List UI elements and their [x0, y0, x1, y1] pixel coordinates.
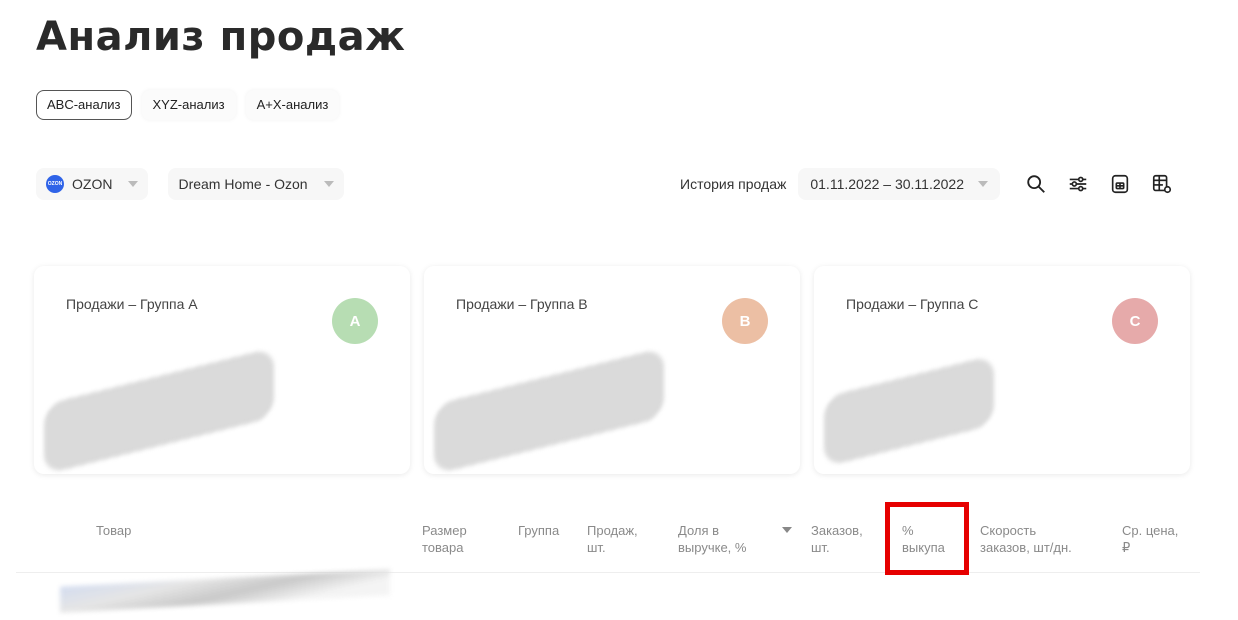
chevron-down-icon: [977, 181, 988, 187]
table-settings-button[interactable]: [1148, 170, 1176, 198]
toolbar: История продаж 01.11.2022 – 30.11.2022: [680, 168, 1176, 200]
col-sales[interactable]: Продаж, шт.: [587, 522, 638, 556]
col-product[interactable]: Товар: [96, 522, 131, 539]
filters-bar: OZON OZON Dream Home - Ozon: [36, 168, 344, 200]
blurred-value: [44, 347, 274, 475]
highlight-box: [885, 502, 969, 575]
card-label: Продажи – Группа B: [456, 296, 588, 312]
table-settings-icon: [1152, 174, 1172, 194]
col-size[interactable]: Размер товара: [422, 522, 467, 556]
date-range-dropdown[interactable]: 01.11.2022 – 30.11.2022: [798, 168, 1000, 200]
table-header: Товар Размер товара Группа Продаж, шт. Д…: [0, 522, 1238, 572]
group-badge: C: [1112, 298, 1158, 344]
table-divider: [16, 572, 1200, 573]
store-label: Dream Home - Ozon: [178, 176, 308, 192]
marketplace-label: OZON: [72, 176, 113, 192]
store-dropdown[interactable]: Dream Home - Ozon: [168, 168, 344, 200]
ozon-logo-icon: OZON: [46, 175, 64, 193]
history-label: История продаж: [680, 176, 787, 192]
search-icon: [1027, 175, 1045, 193]
tab-xyz[interactable]: XYZ-анализ: [141, 90, 236, 120]
date-range-value: 01.11.2022 – 30.11.2022: [810, 176, 964, 192]
tab-abc[interactable]: ABC-анализ: [36, 90, 132, 120]
filter-sliders-icon: [1069, 176, 1087, 192]
card-label: Продажи – Группа A: [66, 296, 198, 312]
col-avg-price[interactable]: Ср. цена, ₽: [1122, 522, 1178, 556]
blurred-value: [824, 354, 994, 468]
card-label: Продажи – Группа C: [846, 296, 979, 312]
blurred-value: [434, 347, 664, 475]
export-button[interactable]: [1106, 170, 1134, 198]
chevron-down-icon: [128, 181, 139, 187]
card-group-c[interactable]: Продажи – Группа C C: [814, 266, 1190, 474]
export-excel-icon: [1111, 174, 1129, 194]
group-cards: Продажи – Группа A A Продажи – Группа B …: [34, 266, 1190, 475]
group-badge: A: [332, 298, 378, 344]
col-group[interactable]: Группа: [518, 522, 559, 539]
blurred-table-row: [60, 569, 390, 613]
marketplace-dropdown[interactable]: OZON OZON: [36, 168, 149, 200]
page-title: Анализ продаж: [36, 14, 406, 60]
analysis-tabs: ABC-анализ XYZ-анализ A+X-анализ: [36, 90, 340, 120]
search-button[interactable]: [1022, 170, 1050, 198]
col-revenue-share[interactable]: Доля в выручке, %: [678, 522, 746, 556]
filter-button[interactable]: [1064, 170, 1092, 198]
sort-desc-icon[interactable]: [782, 527, 792, 533]
tab-ax[interactable]: A+X-анализ: [245, 90, 340, 120]
card-group-b[interactable]: Продажи – Группа B B: [424, 266, 800, 475]
chevron-down-icon: [323, 181, 334, 187]
card-group-a[interactable]: Продажи – Группа A A: [34, 266, 410, 475]
group-badge: B: [722, 298, 768, 344]
col-orders[interactable]: Заказов, шт.: [811, 522, 863, 556]
col-order-speed[interactable]: Скорость заказов, шт/дн.: [980, 522, 1072, 556]
